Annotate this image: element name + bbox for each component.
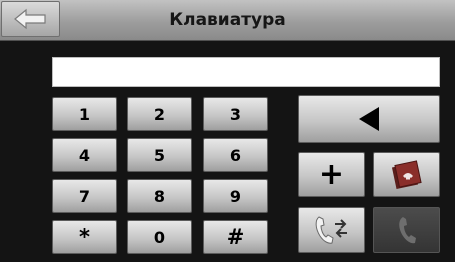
backspace-triangle-icon xyxy=(359,107,379,131)
plus-button[interactable]: + xyxy=(298,152,365,197)
call-transfer-icon xyxy=(315,216,347,244)
key-2-label: 2 xyxy=(153,104,166,124)
key-asterisk[interactable]: * xyxy=(52,220,117,254)
key-5[interactable]: 5 xyxy=(127,138,192,172)
key-7-label: 7 xyxy=(78,186,91,206)
call-transfer-button[interactable] xyxy=(298,207,365,253)
page-title: Клавиатура xyxy=(169,10,286,30)
key-4-label: 4 xyxy=(78,145,91,165)
key-0-label: 0 xyxy=(153,227,166,247)
key-6-label: 6 xyxy=(229,145,242,165)
key-5-label: 5 xyxy=(153,145,166,165)
key-hash-label: # xyxy=(226,224,245,249)
call-handset-icon xyxy=(398,217,416,244)
key-1-label: 1 xyxy=(78,104,91,124)
key-8-label: 8 xyxy=(153,186,166,206)
key-9[interactable]: 9 xyxy=(203,179,268,213)
backspace-button[interactable] xyxy=(298,95,440,143)
key-1[interactable]: 1 xyxy=(52,97,117,131)
key-3-label: 3 xyxy=(229,104,242,124)
phonebook-icon xyxy=(391,159,422,189)
phonebook-button[interactable] xyxy=(373,152,440,197)
key-asterisk-label: * xyxy=(79,224,90,249)
call-button[interactable] xyxy=(373,207,440,253)
plus-label: + xyxy=(318,156,345,192)
key-8[interactable]: 8 xyxy=(127,179,192,213)
key-2[interactable]: 2 xyxy=(127,97,192,131)
key-hash[interactable]: # xyxy=(203,220,268,254)
back-arrow-icon xyxy=(13,8,46,30)
key-6[interactable]: 6 xyxy=(203,138,268,172)
phone-number-input[interactable] xyxy=(52,57,440,87)
key-9-label: 9 xyxy=(229,186,242,206)
title-bar: Клавиатура xyxy=(0,0,455,41)
key-0[interactable]: 0 xyxy=(127,220,192,254)
key-3[interactable]: 3 xyxy=(203,97,268,131)
key-4[interactable]: 4 xyxy=(52,138,117,172)
key-7[interactable]: 7 xyxy=(52,179,117,213)
back-button[interactable] xyxy=(1,1,60,37)
